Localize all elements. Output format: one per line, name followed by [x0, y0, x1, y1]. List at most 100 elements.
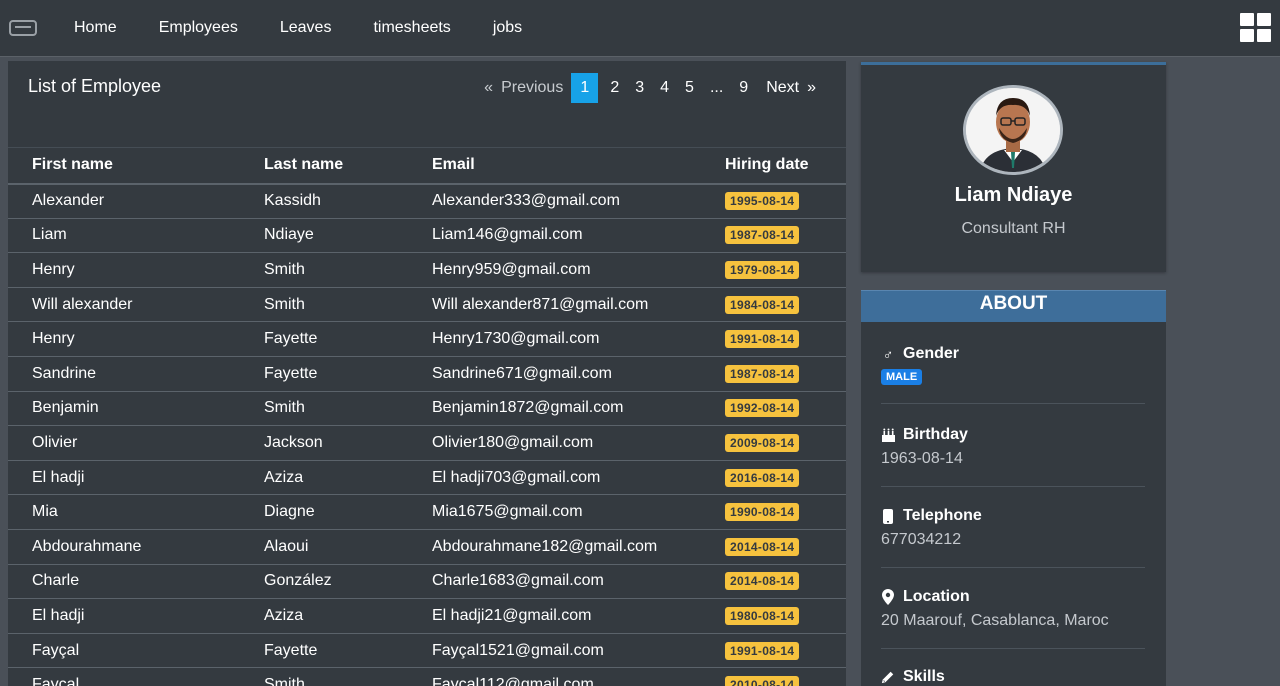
column-header-last-name[interactable]: Last name — [264, 147, 432, 185]
nav-link-jobs[interactable]: jobs — [477, 19, 538, 37]
nav-link-leaves[interactable]: Leaves — [264, 19, 348, 37]
hiring-date-badge: 1991-08-14 — [725, 641, 800, 660]
hiring-date-badge: 1979-08-14 — [725, 260, 800, 279]
brand-logo-icon[interactable] — [9, 20, 37, 36]
top-navbar: Home Employees Leaves timesheets jobs — [0, 0, 1280, 57]
table-row[interactable]: El hadji Aziza El hadji703@gmail.com 2016-0… — [8, 459, 846, 495]
first-name-cell: Will alexander — [8, 286, 264, 322]
nav-link-employees[interactable]: Employees — [143, 19, 254, 37]
birthday-cake-icon — [881, 428, 895, 442]
hiring-date-cell: 1991-08-14 — [725, 321, 846, 357]
table-row[interactable]: Will alexander Smith Will alexander871@gma… — [8, 286, 846, 322]
map-pin-icon — [881, 589, 895, 605]
first-name-cell: Fayçal — [8, 632, 264, 668]
pagination-page-3[interactable]: 3 — [627, 73, 652, 103]
about-telephone: Telephone 677034212 — [881, 507, 1145, 568]
divider — [881, 403, 1145, 404]
last-name-cell: Diagne — [264, 494, 432, 530]
email-cell: Mia1675@gmail.com — [432, 494, 725, 530]
hiring-date-badge: 1995-08-14 — [725, 192, 800, 211]
hiring-date-cell: 1992-08-14 — [725, 390, 846, 426]
email-cell: El hadji703@gmail.com — [432, 459, 725, 495]
last-name-cell: Smith — [264, 390, 432, 426]
male-symbol-icon: ♂ — [882, 346, 894, 362]
hiring-date-cell: 2010-08-14 — [725, 667, 846, 686]
pagination-previous[interactable]: Previous — [501, 73, 571, 103]
table-row[interactable]: Liam Ndiaye Liam146@gmail.com 1987-08-14 — [8, 217, 846, 253]
first-name-cell: Abdourahmane — [8, 528, 264, 565]
table-row[interactable]: Henry Smith Henry959@gmail.com 1979-08-14 — [8, 252, 846, 288]
pagination-page-4[interactable]: 4 — [652, 73, 677, 103]
table-row[interactable]: Alexander Kassidh Alexander333@gmail.com 19… — [8, 183, 846, 219]
pagination-next-arrow[interactable]: » — [807, 73, 824, 103]
apps-grid-icon[interactable] — [1240, 13, 1272, 43]
pagination-page-2[interactable]: 2 — [602, 73, 627, 103]
table-row[interactable]: Charle González Charle1683@gmail.com 2014-0… — [8, 563, 846, 599]
table-row[interactable]: Abdourahmane Alaoui Abdourahmane182@gmail.… — [8, 528, 846, 565]
pagination-page-9[interactable]: 9 — [731, 73, 756, 103]
table-header-row: First name Last name Email Hiring date — [8, 147, 846, 185]
skills-label-row: Skills — [881, 668, 1145, 686]
table-row[interactable]: El hadji Aziza El hadji21@gmail.com 1980-08… — [8, 598, 846, 634]
email-cell: Abdourahmane182@gmail.com — [432, 528, 725, 565]
profile-role: Consultant RH — [961, 220, 1066, 237]
employee-table: First name Last name Email Hiring date A… — [8, 147, 846, 686]
hiring-date-badge: 1991-08-14 — [725, 330, 800, 349]
last-name-cell: González — [264, 563, 432, 599]
last-name-cell: Smith — [264, 286, 432, 322]
telephone-label: Telephone — [903, 507, 982, 524]
last-name-cell: Aziza — [264, 459, 432, 495]
last-name-cell: Smith — [264, 252, 432, 288]
hiring-date-badge: 1984-08-14 — [725, 295, 800, 314]
nav-link-timesheets[interactable]: timesheets — [357, 19, 466, 37]
profile-name: Liam Ndiaye — [954, 184, 1073, 206]
column-header-email[interactable]: Email — [432, 147, 725, 185]
table-row[interactable]: Mia Diagne Mia1675@gmail.com 1990-08-14 — [8, 494, 846, 530]
email-cell: Will alexander871@gmail.com — [432, 286, 725, 322]
hiring-date-cell: 1980-08-14 — [725, 598, 846, 634]
last-name-cell: Jackson — [264, 425, 432, 461]
table-row[interactable]: Olivier Jackson Olivier180@gmail.com 2009-0… — [8, 425, 846, 461]
first-name-cell: El hadji — [8, 459, 264, 495]
table-row[interactable]: Benjamin Smith Benjamin1872@gmail.com 1992-… — [8, 390, 846, 426]
last-name-cell: Fayette — [264, 321, 432, 357]
table-row[interactable]: Fayçal Fayette Fayçal1521@gmail.com 1991-08… — [8, 632, 846, 668]
hiring-date-badge: 1987-08-14 — [725, 226, 800, 245]
about-header: ABOUT — [861, 290, 1166, 322]
email-cell: Charle1683@gmail.com — [432, 563, 725, 599]
column-header-hiring-date[interactable]: Hiring date — [725, 147, 846, 185]
pagination-page-1[interactable]: 1 — [571, 73, 599, 103]
divider — [881, 567, 1145, 568]
hiring-date-cell: 2014-08-14 — [725, 528, 846, 565]
hiring-date-cell: 1987-08-14 — [725, 355, 846, 392]
pagination-page-5[interactable]: 5 — [677, 73, 702, 103]
first-name-cell: Henry — [8, 321, 264, 357]
about-skills: Skills — [881, 668, 1145, 686]
column-header-first-name[interactable]: First name — [8, 147, 264, 185]
email-cell: Alexander333@gmail.com — [432, 183, 725, 219]
table-row[interactable]: Henry Fayette Henry1730@gmail.com 1991-08-1… — [8, 321, 846, 357]
email-cell: Fayçal112@gmail.com — [432, 667, 725, 686]
nav-link-home[interactable]: Home — [53, 19, 133, 37]
last-name-cell: Fayette — [264, 355, 432, 392]
pagination-next[interactable]: Next — [756, 73, 807, 103]
table-row[interactable]: Fayçal Smith Fayçal112@gmail.com 2010-08-14 — [8, 667, 846, 686]
hiring-date-badge: 1990-08-14 — [725, 503, 800, 522]
birthday-label-row: Birthday — [881, 426, 1145, 444]
pagination-prev-arrow[interactable]: « — [476, 73, 501, 103]
hiring-date-badge: 1987-08-14 — [725, 364, 800, 383]
last-name-cell: Smith — [264, 667, 432, 686]
gender-label: Gender — [903, 345, 960, 362]
gender-badge: MALE — [881, 369, 923, 385]
hiring-date-badge: 2009-08-14 — [725, 433, 800, 452]
first-name-cell: Liam — [8, 217, 264, 253]
first-name-cell: El hadji — [8, 598, 264, 634]
pagination: « Previous 1 2 3 4 5 ... 9 Next » — [476, 73, 824, 103]
table-row[interactable]: Sandrine Fayette Sandrine671@gmail.com 1987… — [8, 355, 846, 392]
last-name-cell: Ndiaye — [264, 217, 432, 253]
hiring-date-badge: 1980-08-14 — [725, 606, 800, 625]
email-cell: Liam146@gmail.com — [432, 217, 725, 253]
birthday-label: Birthday — [903, 426, 968, 443]
profile-card: Liam Ndiaye Consultant RH — [861, 62, 1166, 272]
hiring-date-cell: 2009-08-14 — [725, 425, 846, 461]
